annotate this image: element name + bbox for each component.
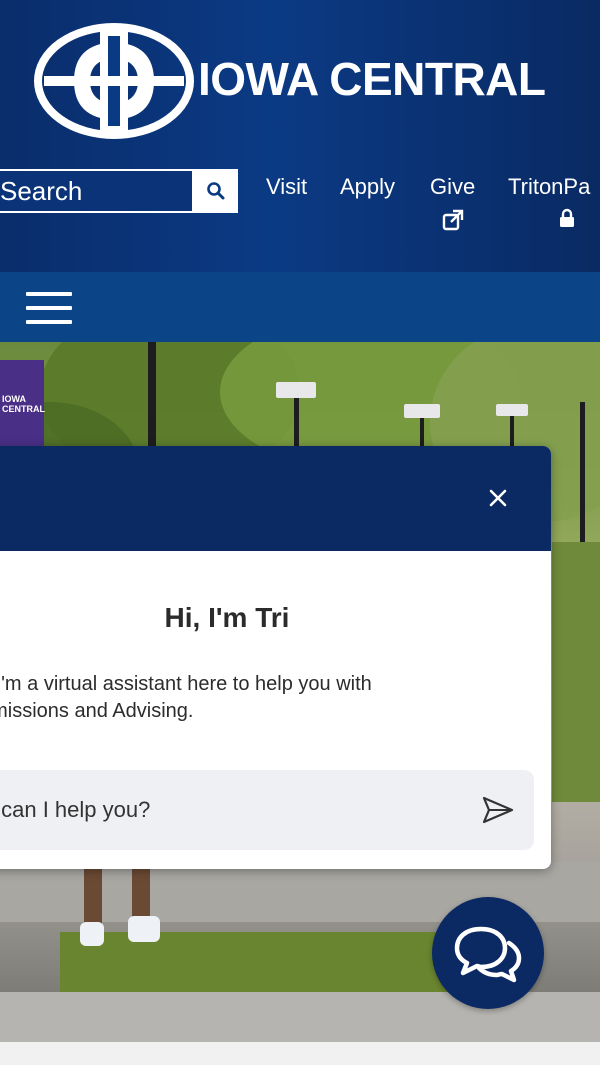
site-logo-text: IOWA CENTRAL <box>198 53 546 105</box>
search-input[interactable] <box>0 171 192 211</box>
chat-intro-message: i, I'm a virtual assistant here to help … <box>0 671 450 725</box>
search-icon <box>207 182 225 200</box>
main-navbar <box>0 272 600 342</box>
lock-icon <box>560 208 574 227</box>
apply-link-label: Apply <box>340 174 396 199</box>
chat-intro-line-2: dmissions and Advising. <box>0 700 194 722</box>
tritonpass-link[interactable]: TritonPa <box>508 174 590 234</box>
give-link[interactable]: Give <box>430 174 475 238</box>
tritonpass-link-label: TritonPa <box>508 174 591 199</box>
close-icon <box>489 489 507 507</box>
iowa-central-logo-mark <box>34 23 194 139</box>
site-logo[interactable]: IOWA CENTRAL <box>34 22 574 140</box>
visit-link-label: Visit <box>266 174 308 199</box>
chat-message-input[interactable] <box>0 770 450 850</box>
visit-link[interactable]: Visit <box>266 174 307 200</box>
chat-bubbles-icon <box>454 926 522 983</box>
page: IOWA CENTRAL Visit Apply Give <box>0 0 600 1065</box>
page-bottom-strip <box>0 1042 600 1065</box>
campus-banner: IOWA CENTRAL <box>0 360 45 450</box>
chat-send-button[interactable] <box>480 792 516 828</box>
chat-input-area <box>0 770 534 850</box>
search-button[interactable] <box>194 169 238 213</box>
chat-widget: Hi, I'm Tri i, I'm a virtual assistant h… <box>0 446 551 869</box>
chat-greeting-title: Hi, I'm Tri <box>164 602 290 633</box>
chat-header <box>0 446 551 551</box>
chat-intro-line-1: i, I'm a virtual assistant here to help … <box>0 673 372 695</box>
chat-close-button[interactable] <box>484 484 512 512</box>
campus-banner-text: IOWA CENTRAL <box>2 394 45 414</box>
give-link-label: Give <box>430 174 476 199</box>
send-icon <box>482 796 514 824</box>
hamburger-menu-icon[interactable] <box>26 290 72 326</box>
search-box <box>0 169 194 213</box>
external-link-icon <box>442 209 463 231</box>
site-header: IOWA CENTRAL Visit Apply Give <box>0 0 600 272</box>
chat-launcher-button[interactable] <box>432 897 544 1009</box>
apply-link[interactable]: Apply <box>340 174 395 200</box>
